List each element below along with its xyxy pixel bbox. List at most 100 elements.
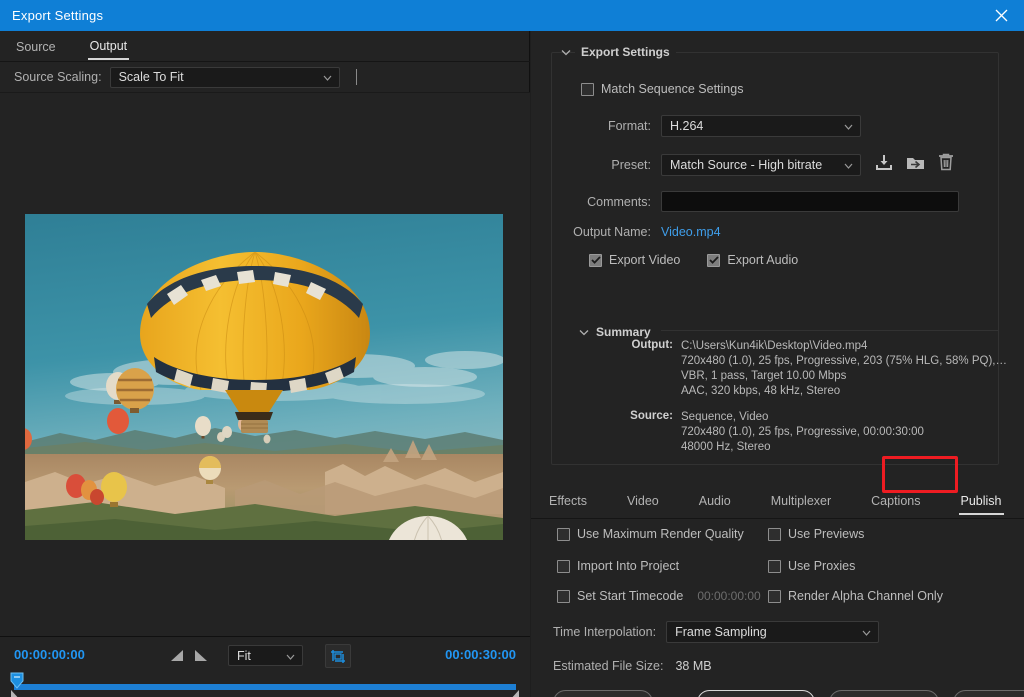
export-category-tabs: Effects Video Audio Multiplexer Captions… xyxy=(531,488,1024,519)
chevron-down-icon xyxy=(862,625,871,639)
summary-divider xyxy=(661,330,999,331)
crop-safe-margins-icon[interactable] xyxy=(325,644,351,668)
preset-value: Match Source - High bitrate xyxy=(670,157,823,172)
source-scaling-value: Scale To Fit xyxy=(118,70,184,84)
in-out-point-buttons xyxy=(170,649,208,667)
use-previews-checkbox[interactable]: Use Previews xyxy=(768,527,864,541)
comments-row: Comments: xyxy=(551,191,959,212)
delete-preset-icon[interactable] xyxy=(938,153,954,176)
source-scaling-row: Source Scaling: Scale To Fit xyxy=(0,62,530,93)
summary-output-label: Output: xyxy=(631,339,673,351)
checkbox-box xyxy=(557,559,570,573)
estimated-file-size-value: 38 MB xyxy=(675,659,712,673)
set-in-point-icon[interactable] xyxy=(170,649,184,667)
text-caret xyxy=(355,69,357,85)
checkbox-box xyxy=(557,527,570,541)
format-row: Format: H.264 xyxy=(551,115,861,137)
checkbox-box xyxy=(707,253,721,267)
preview-area xyxy=(0,93,530,636)
duration-timecode: 00:00:30:00 xyxy=(445,647,516,662)
time-interpolation-value: Frame Sampling xyxy=(675,625,767,639)
export-audio-checkbox[interactable]: Export Audio xyxy=(707,253,798,267)
cancel-button[interactable]: Cancel xyxy=(953,690,1024,697)
close-icon[interactable] xyxy=(978,0,1024,31)
group-collapse-chevron-icon[interactable] xyxy=(561,43,571,61)
tab-multiplexer[interactable]: Multiplexer xyxy=(769,494,833,513)
timeline-scrubber[interactable] xyxy=(10,672,520,697)
dialog-body: Source Output Source Scaling: Scale To F… xyxy=(0,31,1024,697)
export-audio-label: Export Audio xyxy=(727,253,799,267)
export-button[interactable]: Export xyxy=(829,690,939,697)
timeline-out-handle[interactable] xyxy=(508,689,520,697)
time-interpolation-select[interactable]: Frame Sampling xyxy=(666,621,880,643)
format-value: H.264 xyxy=(670,119,704,133)
summary-collapse-chevron-icon xyxy=(579,323,589,341)
queue-button[interactable]: Queue xyxy=(697,690,815,697)
checkbox-box xyxy=(768,589,781,603)
tab-audio[interactable]: Audio xyxy=(697,494,733,513)
timeline-in-handle[interactable] xyxy=(10,689,22,697)
estimated-file-size-label: Estimated File Size: xyxy=(553,659,664,673)
comments-input[interactable] xyxy=(661,191,959,212)
set-out-point-icon[interactable] xyxy=(194,649,208,667)
estimated-file-size-row: Estimated File Size: 38 MB xyxy=(553,659,712,673)
tab-effects[interactable]: Effects xyxy=(547,494,589,513)
format-label: Format: xyxy=(607,119,651,133)
preset-row: Preset: Match Source - High bitrate xyxy=(551,153,954,176)
output-name-row: Output Name: Video.mp4 xyxy=(551,225,721,239)
match-sequence-settings-label: Match Sequence Settings xyxy=(601,82,744,96)
tab-output[interactable]: Output xyxy=(87,39,130,60)
current-timecode[interactable]: 00:00:00:00 xyxy=(14,647,85,662)
window-title: Export Settings xyxy=(12,8,104,23)
format-select[interactable]: H.264 xyxy=(661,115,861,137)
use-maximum-render-quality-label: Use Maximum Render Quality xyxy=(577,527,744,541)
tab-captions[interactable]: Captions xyxy=(869,494,922,513)
source-scaling-select[interactable]: Scale To Fit xyxy=(109,66,340,88)
use-proxies-label: Use Proxies xyxy=(788,559,856,573)
checkbox-box xyxy=(581,82,594,96)
checkbox-box xyxy=(557,589,570,603)
render-alpha-channel-only-checkbox[interactable]: Render Alpha Channel Only xyxy=(768,589,943,603)
summary-source-label: Source: xyxy=(630,410,673,422)
preset-actions xyxy=(875,153,954,176)
export-video-label: Export Video xyxy=(609,253,681,267)
render-alpha-channel-only-label: Render Alpha Channel Only xyxy=(788,589,943,603)
transport-controls: 00:00:00:00 Fit 00:00:30:00 xyxy=(0,636,530,697)
save-preset-icon[interactable] xyxy=(875,154,893,176)
chevron-down-icon xyxy=(844,119,853,133)
set-start-timecode-label: Set Start Timecode xyxy=(577,589,684,603)
time-interpolation-row: Time Interpolation: Frame Sampling xyxy=(553,621,880,643)
video-preview-image[interactable] xyxy=(25,214,503,540)
import-into-project-checkbox[interactable]: Import Into Project xyxy=(557,559,679,573)
source-scaling-label: Source Scaling: xyxy=(14,70,102,84)
dialog-buttons: Metadata... Queue Export Cancel xyxy=(553,690,1024,697)
metadata-button[interactable]: Metadata... xyxy=(553,690,653,697)
chevron-down-icon xyxy=(286,649,295,663)
preset-select[interactable]: Match Source - High bitrate xyxy=(661,153,861,176)
use-previews-label: Use Previews xyxy=(788,527,865,541)
timeline-range-bar[interactable] xyxy=(14,684,516,690)
summary-title: Summary xyxy=(596,325,651,339)
output-name-link[interactable]: Video.mp4 xyxy=(661,225,721,239)
checkbox-box xyxy=(768,527,781,541)
zoom-level-select[interactable]: Fit xyxy=(228,645,303,666)
chevron-down-icon xyxy=(323,70,332,84)
chevron-down-icon xyxy=(844,158,853,172)
import-into-project-label: Import Into Project xyxy=(577,559,680,573)
use-proxies-checkbox[interactable]: Use Proxies xyxy=(768,559,855,573)
comments-label: Comments: xyxy=(587,194,651,209)
import-preset-icon[interactable] xyxy=(906,154,925,176)
start-timecode-value[interactable]: 00:00:00:00 xyxy=(697,589,760,603)
window-titlebar: Export Settings xyxy=(0,0,1024,31)
export-settings-group-title: Export Settings xyxy=(575,45,676,59)
use-maximum-render-quality-checkbox[interactable]: Use Maximum Render Quality xyxy=(557,527,744,541)
match-sequence-settings-checkbox[interactable]: Match Sequence Settings xyxy=(581,82,743,96)
export-video-checkbox[interactable]: Export Video xyxy=(589,253,680,267)
tab-source[interactable]: Source xyxy=(14,40,58,59)
checkbox-box xyxy=(768,559,781,573)
preset-label: Preset: xyxy=(611,157,651,172)
tab-video[interactable]: Video xyxy=(625,494,661,513)
set-start-timecode-checkbox[interactable]: Set Start Timecode 00:00:00:00 xyxy=(557,589,761,603)
summary-source-value: Sequence, Video 720x480 (1.0), 25 fps, P… xyxy=(681,411,924,453)
tab-publish[interactable]: Publish xyxy=(958,494,1004,515)
